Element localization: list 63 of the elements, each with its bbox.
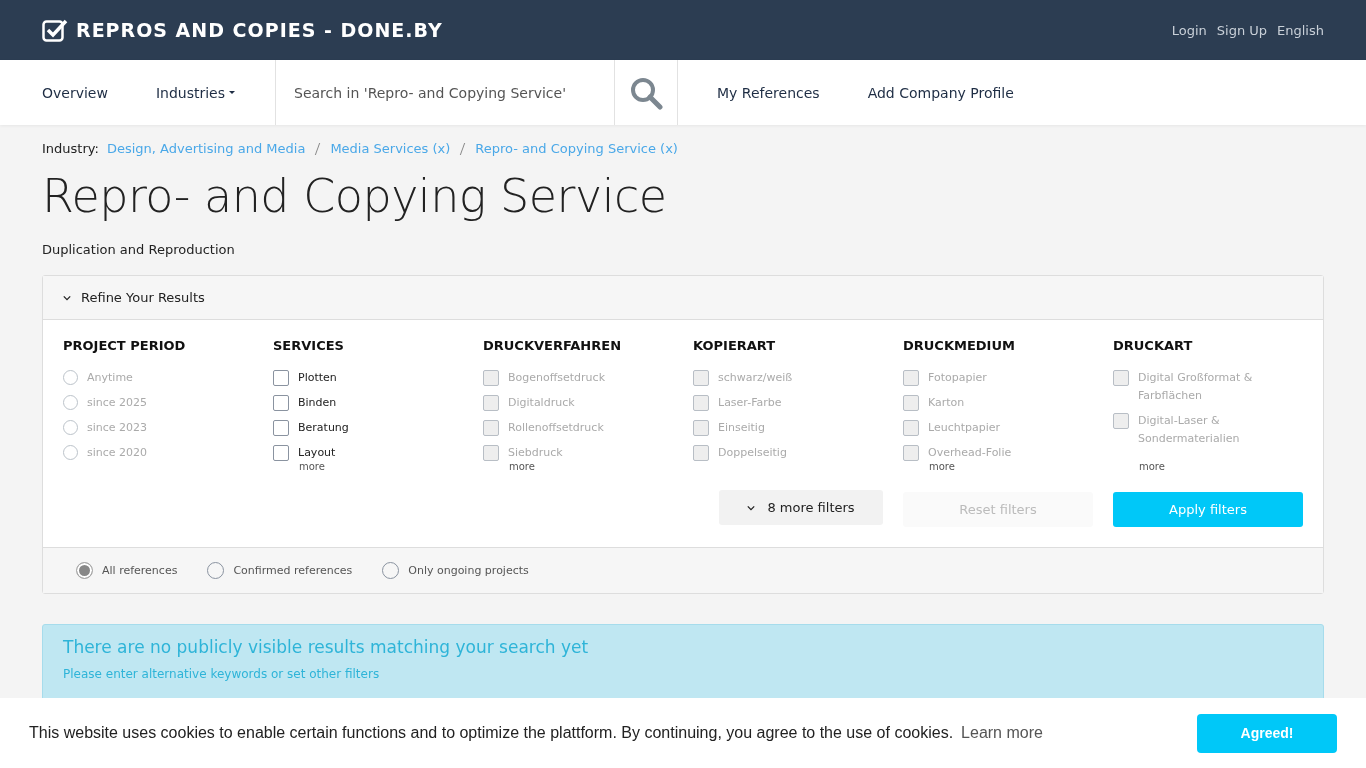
option-label: Binden	[298, 395, 337, 412]
subtitle: Duplication and Reproduction	[42, 242, 236, 258]
checkbox[interactable]	[273, 395, 289, 412]
more-link[interactable]: more	[509, 461, 693, 473]
checkbox-logo-icon	[42, 18, 68, 42]
header-link[interactable]: Login	[1171, 22, 1207, 38]
search-field[interactable]: Search in 'Repro- and Copying Service'	[276, 60, 615, 125]
more-link[interactable]: more	[299, 461, 483, 473]
more-link[interactable]: more	[1139, 461, 1323, 473]
option-label: Karton	[928, 395, 965, 412]
option-label: Digital Großformat & Farbflächen	[1138, 370, 1254, 405]
option-label: All references	[102, 564, 178, 578]
option-label: Rollenoffsetdruck	[508, 420, 604, 437]
checkbox[interactable]	[273, 370, 289, 387]
filter-heading: KOPIERART	[693, 338, 777, 354]
more-link[interactable]: more	[929, 461, 1113, 473]
checkbox[interactable]	[273, 420, 289, 437]
option-label: Overhead-Folie	[928, 445, 1012, 462]
option-label: Plotten	[298, 370, 337, 387]
option-label: Siebdruck	[508, 445, 563, 462]
page-title: Repro- and Copying Service	[42, 168, 668, 225]
option-label: Only ongoing projects	[408, 564, 529, 578]
option-label: Laser-Farbe	[718, 395, 782, 412]
filter-heading: SERVICES	[273, 338, 345, 354]
nav-link[interactable]: Add Company Profile	[867, 84, 1014, 101]
alert-title: There are no publicly visible results matching your search yet	[63, 637, 590, 658]
option-label: Confirmed references	[233, 564, 353, 578]
option-label: since 2020	[87, 445, 148, 462]
filter-heading: DRUCKVERFAHREN	[483, 338, 623, 354]
option-label: Leuchtpapier	[928, 420, 1001, 437]
breadcrumb-label: Industry:	[42, 141, 99, 156]
refine-toggle[interactable]: Refine Your Results	[43, 276, 1323, 321]
site-title: REPROS AND COPIES - DONE.BY	[76, 19, 443, 41]
chevron-icon	[747, 504, 756, 511]
radio-button[interactable]	[76, 562, 93, 580]
more-filters-button[interactable]: 8 more filters	[719, 490, 883, 526]
header-link[interactable]: Sign Up	[1216, 22, 1268, 38]
option-label: Digitaldruck	[508, 395, 575, 412]
option-label: since 2023	[87, 420, 148, 437]
option-label: Bogenoffsetdruck	[508, 370, 605, 387]
learn-more-link[interactable]: Learn more	[961, 724, 1043, 742]
option-label: Beratung	[298, 420, 349, 437]
option-label: Einseitig	[718, 420, 765, 437]
option-label: Digital-Laser & Sondermaterialien	[1138, 413, 1241, 448]
filter-heading: DRUCKART	[1113, 338, 1194, 354]
option-label: schwarz/weiß	[718, 370, 793, 387]
option-label: Fotopapier	[928, 370, 987, 387]
search-button[interactable]	[614, 60, 679, 125]
search-icon	[629, 75, 664, 110]
filter-heading: DRUCKMEDIUM	[903, 338, 1016, 354]
filter-heading: PROJECT PERIOD	[63, 338, 187, 354]
option-label: Anytime	[87, 370, 133, 387]
nav-link[interactable]: Overview	[42, 84, 108, 101]
header-link[interactable]: English	[1277, 22, 1324, 38]
nav-link[interactable]: Industries	[155, 84, 236, 101]
option-label: since 2025	[87, 395, 148, 412]
nav-link[interactable]: My References	[717, 84, 820, 101]
option-label: Doppelseitig	[718, 445, 787, 462]
cookie-message: This website uses cookies to enable certain functions and to optimize the plattform. By continuing, you agree to the use of cookies.	[29, 724, 954, 742]
option-label: Layout	[298, 445, 336, 462]
alert-text: Please enter alternative keywords or set other filters	[63, 667, 381, 682]
chevron-icon	[63, 294, 71, 301]
checkbox[interactable]	[273, 445, 289, 462]
